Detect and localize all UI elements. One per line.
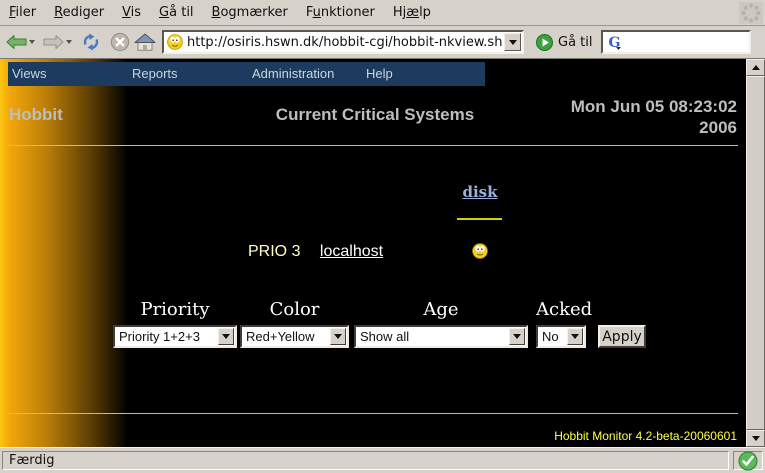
forward-dropdown-button[interactable] <box>66 40 72 44</box>
green-check-icon <box>738 451 758 471</box>
url-dropdown-button[interactable] <box>504 33 521 51</box>
menu-filer[interactable]: Filer <box>0 1 45 24</box>
menu-label: å til <box>169 5 193 20</box>
color-header: Color <box>240 299 349 320</box>
menu-label: nktioner <box>321 5 375 20</box>
datetime-line1: Mon Jun 05 08:23:02 <box>571 96 737 117</box>
browser-window: Filer Rediger Vis Gå til Bogmærker Funkt… <box>0 0 765 473</box>
menu-label: lp <box>419 5 431 20</box>
datetime-line2: 2006 <box>571 117 737 138</box>
scroll-down-button[interactable] <box>746 430 765 447</box>
color-select-value: Red+Yellow <box>242 329 330 344</box>
horizontal-rule-bottom <box>8 413 738 414</box>
nav-help[interactable]: Help <box>362 62 485 86</box>
acked-select[interactable]: No <box>536 325 586 348</box>
nav-views[interactable]: Views <box>8 62 128 86</box>
home-button[interactable] <box>134 33 156 51</box>
url-bar[interactable]: http://osiris.hswn.dk/hobbit-cgi/hobbit-… <box>162 30 524 54</box>
menu-bogmaerker[interactable]: Bogmærker <box>203 1 297 24</box>
reload-button[interactable] <box>80 33 102 51</box>
forward-arrow-icon <box>43 34 64 50</box>
horizontal-rule-top <box>8 145 738 146</box>
menu-label: ediger <box>63 5 104 20</box>
stop-button[interactable] <box>110 32 130 52</box>
menu-label: R <box>54 5 62 20</box>
menu-label: V <box>122 5 131 20</box>
scrollbar-thumb[interactable] <box>746 76 765 430</box>
page-footer-version: Hobbit Monitor 4.2-beta-20060601 <box>554 429 737 443</box>
arrow-down-icon <box>752 436 760 441</box>
back-arrow-icon <box>6 34 27 50</box>
search-input[interactable]: G <box>601 30 751 54</box>
dropdown-arrow-icon[interactable] <box>509 328 525 345</box>
menu-hjaelp[interactable]: Hjælp <box>384 1 440 24</box>
stop-icon <box>110 32 130 52</box>
priority-row: PRIO 3 localhost <box>248 243 383 261</box>
vertical-scrollbar[interactable] <box>746 59 765 447</box>
security-status-panel <box>733 451 763 470</box>
menu-funktioner[interactable]: Funktioner <box>297 1 384 24</box>
prio-label: PRIO 3 <box>248 243 300 260</box>
url-input[interactable]: http://osiris.hswn.dk/hobbit-cgi/hobbit-… <box>187 35 504 50</box>
menu-ga-til[interactable]: Gå til <box>150 1 203 24</box>
filter-headers: Priority Color Age Acked <box>113 299 586 320</box>
age-select-value: Show all <box>356 329 509 344</box>
age-select[interactable]: Show all <box>354 325 528 348</box>
menu-label: Hj <box>393 5 406 20</box>
priority-header: Priority <box>113 299 237 320</box>
page-content: Views Reports Administration Help Hobbit… <box>0 59 746 447</box>
status-bar: Færdig <box>0 447 765 473</box>
forward-button[interactable] <box>43 34 64 50</box>
site-nav-bar: Views Reports Administration Help <box>8 62 485 86</box>
color-select[interactable]: Red+Yellow <box>240 325 349 348</box>
menu-bar: Filer Rediger Vis Gå til Bogmærker Funkt… <box>0 0 765 26</box>
back-dropdown-button[interactable] <box>29 40 35 44</box>
dropdown-arrow-icon[interactable] <box>218 328 234 345</box>
acked-select-value: No <box>538 329 567 344</box>
menu-label: G <box>159 5 169 20</box>
priority-select-value: Priority 1+2+3 <box>115 329 218 344</box>
yellow-smiley-status-icon[interactable] <box>472 243 488 259</box>
arrow-up-icon <box>752 65 760 70</box>
priority-select[interactable]: Priority 1+2+3 <box>113 325 237 348</box>
menu-vis[interactable]: Vis <box>113 1 150 24</box>
navigation-toolbar: http://osiris.hswn.dk/hobbit-cgi/hobbit-… <box>0 26 765 59</box>
dropdown-arrow-icon[interactable] <box>330 328 346 345</box>
disk-column-link[interactable]: disk <box>462 183 497 201</box>
filter-controls: Priority 1+2+3 Red+Yellow Show all No Ap… <box>113 325 646 348</box>
menu-label: is <box>131 5 141 20</box>
menu-label: F <box>306 5 313 20</box>
menu-label: iler <box>16 5 37 20</box>
menu-rediger[interactable]: Rediger <box>45 1 113 24</box>
nav-reports[interactable]: Reports <box>128 62 248 86</box>
scroll-up-button[interactable] <box>746 59 765 76</box>
status-text-panel: Færdig <box>2 451 729 470</box>
throbber-icon <box>739 2 763 24</box>
back-button[interactable] <box>6 34 27 50</box>
google-g-icon: G <box>606 34 622 50</box>
chevron-down-icon <box>509 40 517 45</box>
go-play-icon <box>536 34 553 51</box>
page-datetime: Mon Jun 05 08:23:02 2006 <box>571 96 737 138</box>
disk-column-underline <box>457 218 502 220</box>
go-button-label[interactable]: Gå til <box>558 35 593 50</box>
hobbit-logo: Hobbit <box>9 105 63 125</box>
host-link-localhost[interactable]: localhost <box>320 243 383 260</box>
menu-label: ogmærker <box>220 5 287 20</box>
reload-icon <box>80 33 102 51</box>
page-title: Current Critical Systems <box>276 105 474 125</box>
nav-administration[interactable]: Administration <box>248 62 362 86</box>
apply-button[interactable]: Apply <box>598 325 646 348</box>
site-favicon-smiley-icon <box>167 34 183 50</box>
menu-label: u <box>313 5 321 20</box>
menu-label: æ <box>406 5 419 20</box>
dropdown-arrow-icon[interactable] <box>567 328 583 345</box>
home-icon <box>134 33 156 51</box>
acked-header: Acked <box>536 299 586 320</box>
age-header: Age <box>354 299 528 320</box>
status-text: Færdig <box>9 453 54 468</box>
go-button[interactable] <box>536 34 553 51</box>
